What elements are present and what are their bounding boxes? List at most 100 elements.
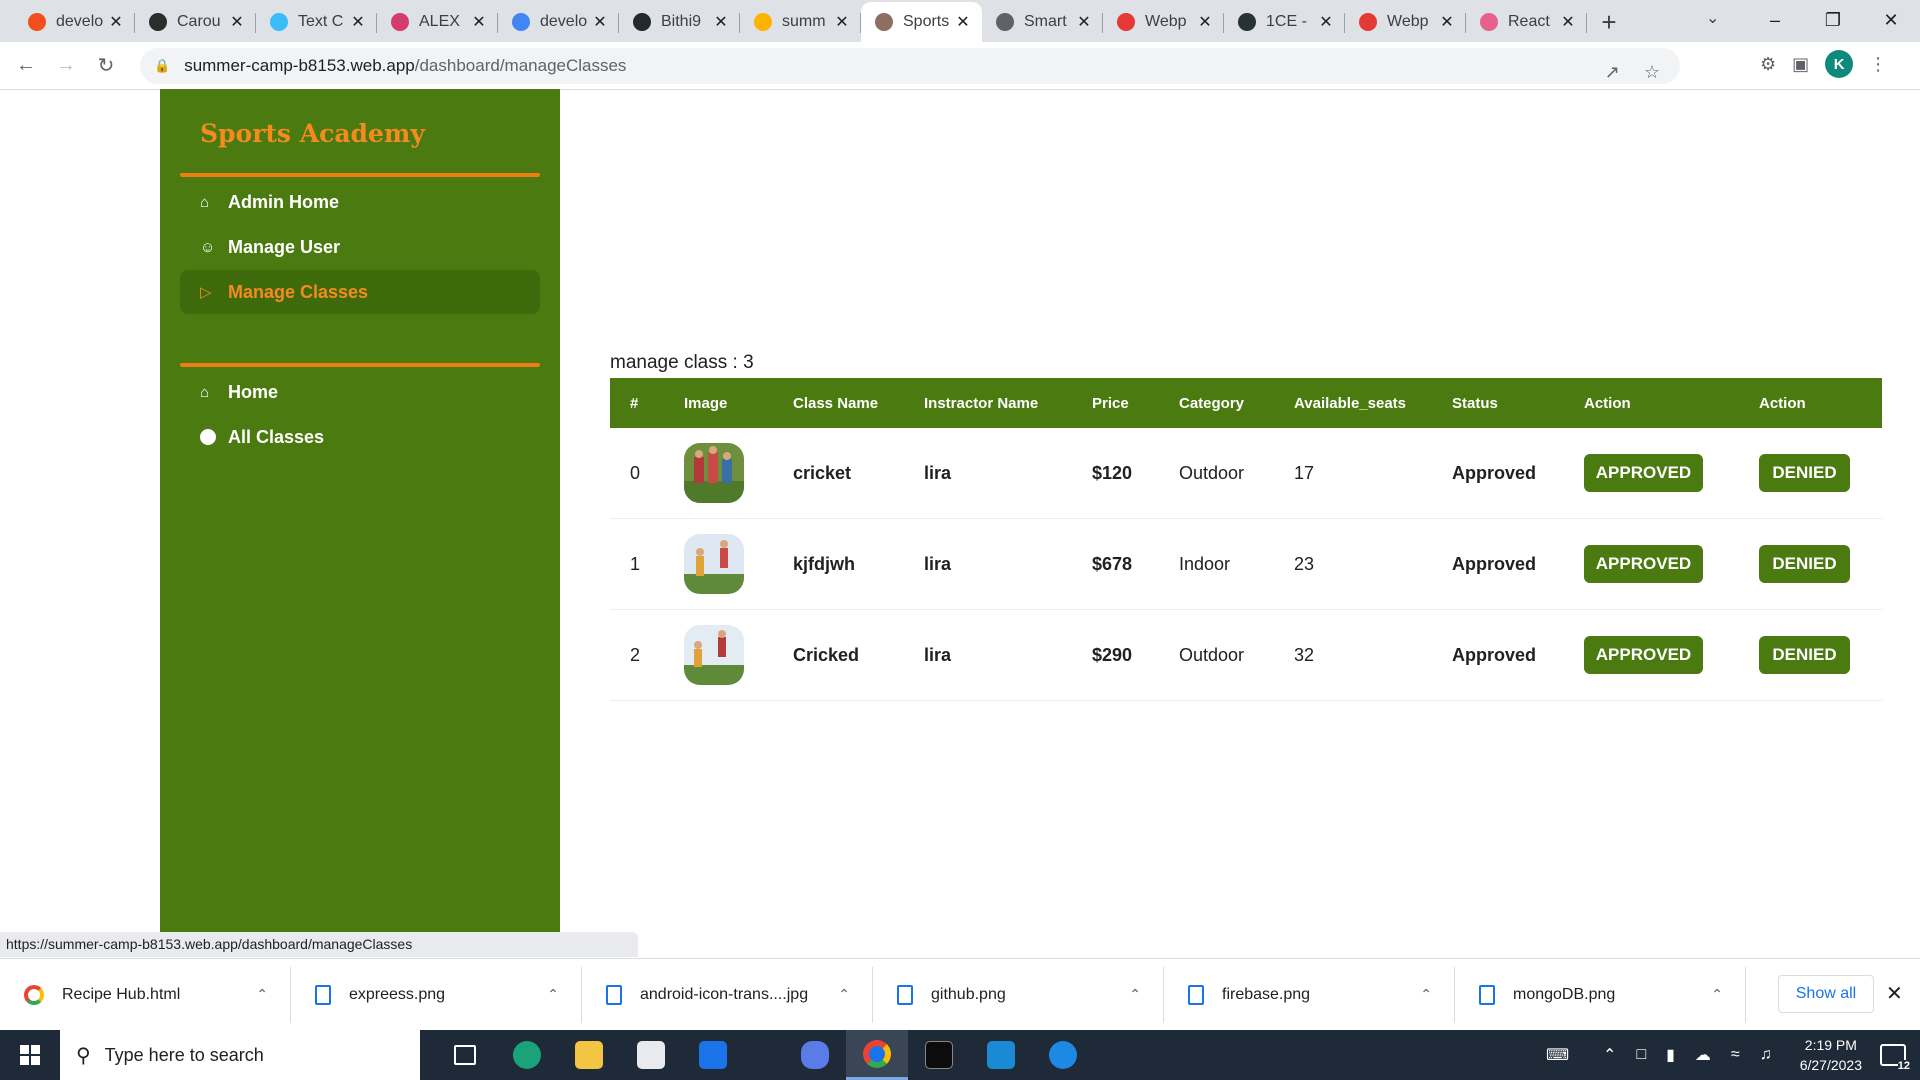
sidebar-item-label: All Classes — [228, 426, 325, 447]
brand-logo[interactable]: Sports Academy — [200, 119, 425, 148]
browser-tab[interactable]: ALEX ✕ — [377, 2, 498, 42]
side-panel-icon[interactable]: ▣ — [1792, 54, 1809, 75]
approve-button[interactable]: APPROVED — [1584, 636, 1703, 674]
tab-favicon-icon — [1238, 13, 1256, 31]
browser-tab[interactable]: Text C ✕ — [256, 2, 377, 42]
download-item[interactable]: Recipe Hub.html ⌃ — [0, 966, 291, 1023]
bookmark-star-icon[interactable]: ☆ — [1644, 62, 1660, 83]
app-icon[interactable] — [1032, 1030, 1094, 1080]
deny-button[interactable]: DENIED — [1759, 545, 1850, 583]
clock-time: 2:19 PM — [1804, 1037, 1857, 1053]
tab-close-icon[interactable]: ✕ — [107, 12, 125, 32]
extensions-icon[interactable]: ⚙ — [1760, 54, 1776, 75]
close-downloads-icon[interactable]: ✕ — [1886, 981, 1903, 1006]
show-all-button[interactable]: Show all — [1778, 975, 1874, 1013]
play-icon: ▷ — [200, 284, 212, 301]
vscode-icon[interactable] — [970, 1030, 1032, 1080]
wifi-icon[interactable]: ≈ — [1731, 1046, 1740, 1064]
browser-tab[interactable]: React ✕ — [1466, 2, 1587, 42]
tab-close-icon[interactable]: ✕ — [470, 12, 488, 32]
tab-close-icon[interactable]: ✕ — [833, 12, 851, 32]
class-thumbnail — [684, 534, 744, 594]
profile-avatar[interactable]: K — [1825, 50, 1854, 78]
chevron-up-icon[interactable]: ⌃ — [1420, 986, 1432, 1003]
browser-tab[interactable]: develo ✕ — [14, 2, 135, 42]
task-view-icon[interactable] — [434, 1030, 496, 1080]
download-item[interactable]: android-icon-trans....jpg ⌃ — [582, 966, 873, 1023]
forward-icon[interactable]: → — [46, 54, 86, 77]
tab-close-icon[interactable]: ✕ — [1317, 12, 1335, 32]
device-icon[interactable]: □ — [1636, 1046, 1646, 1064]
cloud-icon[interactable]: ☁ — [1695, 1045, 1711, 1065]
download-item[interactable]: mongoDB.png ⌃ — [1455, 966, 1746, 1023]
new-tab-button[interactable]: + — [1587, 2, 1631, 42]
tab-title: develo — [56, 13, 104, 30]
class-thumbnail — [684, 625, 744, 685]
download-item[interactable]: firebase.png ⌃ — [1164, 966, 1455, 1023]
tab-close-icon[interactable]: ✕ — [228, 12, 246, 32]
column-header: Available_seats — [1294, 394, 1407, 412]
keyboard-icon[interactable]: ⌨ — [1546, 1045, 1569, 1065]
tab-close-icon[interactable]: ✕ — [1559, 12, 1577, 32]
terminal-icon[interactable] — [908, 1030, 970, 1080]
maximize-button[interactable]: ❐ — [1804, 0, 1862, 40]
browser-tab[interactable]: Carou ✕ — [135, 2, 256, 42]
browser-tab[interactable]: Smart ✕ — [982, 2, 1103, 42]
tab-close-icon[interactable]: ✕ — [1075, 12, 1093, 32]
class-image-cell — [684, 625, 793, 685]
volume-icon[interactable]: ♫ — [1760, 1046, 1772, 1064]
table-row: 0 cricket lira $120 Outdoor 17 Approved APPROVE… — [610, 428, 1882, 519]
back-icon[interactable]: ← — [6, 54, 46, 77]
tab-close-icon[interactable]: ✕ — [1438, 12, 1456, 32]
tab-close-icon[interactable]: ✕ — [954, 12, 972, 32]
close-window-button[interactable]: ✕ — [1862, 0, 1920, 40]
tab-close-icon[interactable]: ✕ — [591, 12, 609, 32]
edge-icon[interactable] — [496, 1030, 558, 1080]
chevron-up-icon[interactable]: ⌃ — [1129, 986, 1141, 1003]
browser-tab[interactable]: summ ✕ — [740, 2, 861, 42]
notification-icon[interactable]: 12 — [1880, 1044, 1910, 1072]
column-header: Action — [1584, 394, 1631, 412]
browser-tab[interactable]: Sports ✕ — [861, 2, 982, 42]
download-item[interactable]: expreess.png ⌃ — [291, 966, 582, 1023]
tab-close-icon[interactable]: ✕ — [712, 12, 730, 32]
mail-icon[interactable] — [682, 1030, 744, 1080]
tab-close-icon[interactable]: ✕ — [349, 12, 367, 32]
tab-search-icon[interactable]: ⌄ — [1706, 8, 1719, 28]
sidebar-item-manage-classes[interactable]: ▷ Manage Classes — [180, 270, 540, 314]
minimize-button[interactable]: – — [1746, 0, 1804, 40]
file-explorer-icon[interactable] — [558, 1030, 620, 1080]
address-bar[interactable]: 🔒 summer-camp-b8153.web.app/dashboard/ma… — [140, 48, 1680, 84]
clock[interactable]: 2:19 PM 6/27/2023 — [1800, 1035, 1862, 1075]
browser-tab[interactable]: 1CE - ✕ — [1224, 2, 1345, 42]
start-button[interactable] — [0, 1030, 60, 1080]
sidebar-item-admin-home[interactable]: ⌂ Admin Home — [180, 180, 540, 224]
chevron-up-icon[interactable]: ⌃ — [1603, 1045, 1616, 1065]
browser-tab[interactable]: Webp ✕ — [1103, 2, 1224, 42]
approve-button[interactable]: APPROVED — [1584, 454, 1703, 492]
tab-close-icon[interactable]: ✕ — [1196, 12, 1214, 32]
store-icon[interactable] — [620, 1030, 682, 1080]
chevron-up-icon[interactable]: ⌃ — [547, 986, 559, 1003]
download-item[interactable]: github.png ⌃ — [873, 966, 1164, 1023]
reload-icon[interactable]: ↻ — [86, 53, 126, 78]
deny-button[interactable]: DENIED — [1759, 454, 1850, 492]
browser-tab[interactable]: Bithi9 ✕ — [619, 2, 740, 42]
share-icon[interactable]: ↗ — [1605, 62, 1620, 83]
column-header: # — [630, 394, 639, 412]
chevron-up-icon[interactable]: ⌃ — [838, 986, 850, 1003]
sidebar-item-manage-user[interactable]: ☺ Manage User — [180, 225, 540, 269]
bing-icon[interactable] — [784, 1030, 846, 1080]
chevron-up-icon[interactable]: ⌃ — [256, 986, 268, 1003]
chevron-up-icon[interactable]: ⌃ — [1711, 986, 1723, 1003]
chrome-icon[interactable] — [846, 1030, 908, 1080]
battery-icon[interactable]: ▮ — [1666, 1045, 1675, 1065]
sidebar-item-home[interactable]: ⌂ Home — [180, 370, 540, 414]
taskbar-search[interactable]: ⚲ Type here to search — [60, 1030, 420, 1080]
approve-button[interactable]: APPROVED — [1584, 545, 1703, 583]
deny-button[interactable]: DENIED — [1759, 636, 1850, 674]
browser-tab[interactable]: Webp ✕ — [1345, 2, 1466, 42]
sidebar-item-all-classes[interactable]: All Classes — [180, 415, 540, 459]
browser-tab[interactable]: develo ✕ — [498, 2, 619, 42]
browser-menu-icon[interactable]: ⋮ — [1869, 54, 1887, 75]
